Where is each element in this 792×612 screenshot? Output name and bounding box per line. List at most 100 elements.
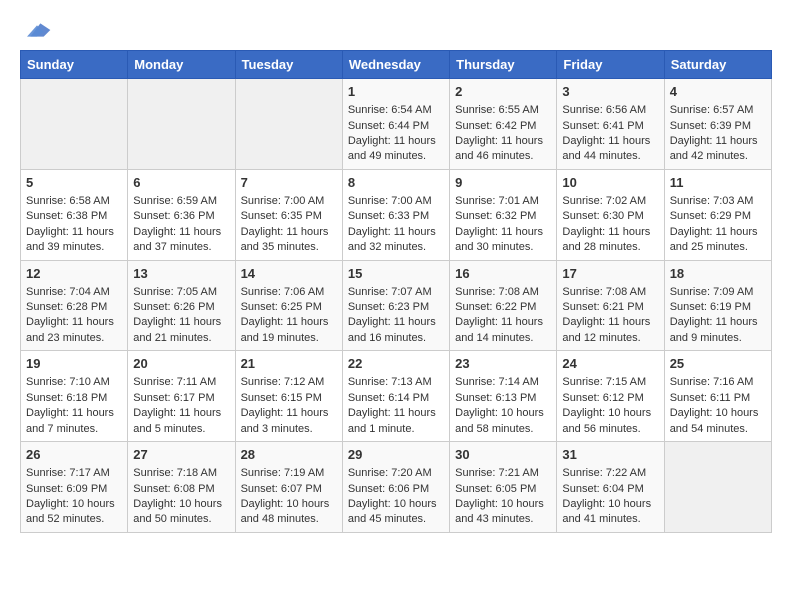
- sunset-text: Sunset: 6:39 PM: [670, 120, 751, 132]
- cell-content: 28Sunrise: 7:19 AMSunset: 6:07 PMDayligh…: [241, 446, 337, 528]
- sunrise-text: Sunrise: 7:13 AM: [348, 376, 432, 388]
- calendar-cell: 11Sunrise: 7:03 AMSunset: 6:29 PMDayligh…: [664, 169, 771, 260]
- daylight-text: Daylight: 10 hours and 54 minutes.: [670, 407, 759, 434]
- sunrise-text: Sunrise: 7:06 AM: [241, 286, 325, 298]
- calendar-cell: 12Sunrise: 7:04 AMSunset: 6:28 PMDayligh…: [21, 260, 128, 351]
- sunrise-text: Sunrise: 7:03 AM: [670, 195, 754, 207]
- day-number: 3: [562, 83, 658, 101]
- cell-content: 27Sunrise: 7:18 AMSunset: 6:08 PMDayligh…: [133, 446, 229, 528]
- day-number: 22: [348, 355, 444, 373]
- page-header: [20, 20, 772, 40]
- daylight-text: Daylight: 10 hours and 41 minutes.: [562, 498, 651, 525]
- sunrise-text: Sunrise: 7:08 AM: [562, 286, 646, 298]
- sunrise-text: Sunrise: 7:11 AM: [133, 376, 216, 388]
- cell-content: 21Sunrise: 7:12 AMSunset: 6:15 PMDayligh…: [241, 355, 337, 437]
- sunrise-text: Sunrise: 7:10 AM: [26, 376, 110, 388]
- cell-content: 18Sunrise: 7:09 AMSunset: 6:19 PMDayligh…: [670, 265, 766, 347]
- sunset-text: Sunset: 6:21 PM: [562, 301, 643, 313]
- sunset-text: Sunset: 6:15 PM: [241, 392, 322, 404]
- daylight-text: Daylight: 11 hours and 49 minutes.: [348, 135, 436, 162]
- day-number: 30: [455, 446, 551, 464]
- sunset-text: Sunset: 6:04 PM: [562, 483, 643, 495]
- daylight-text: Daylight: 10 hours and 45 minutes.: [348, 498, 437, 525]
- day-number: 24: [562, 355, 658, 373]
- daylight-text: Daylight: 11 hours and 44 minutes.: [562, 135, 650, 162]
- cell-content: 26Sunrise: 7:17 AMSunset: 6:09 PMDayligh…: [26, 446, 122, 528]
- day-number: 20: [133, 355, 229, 373]
- sunset-text: Sunset: 6:19 PM: [670, 301, 751, 313]
- sunrise-text: Sunrise: 6:56 AM: [562, 104, 646, 116]
- sunrise-text: Sunrise: 7:18 AM: [133, 467, 217, 479]
- sunrise-text: Sunrise: 7:20 AM: [348, 467, 432, 479]
- calendar-cell: 24Sunrise: 7:15 AMSunset: 6:12 PMDayligh…: [557, 351, 664, 442]
- cell-content: 16Sunrise: 7:08 AMSunset: 6:22 PMDayligh…: [455, 265, 551, 347]
- day-header: Friday: [557, 51, 664, 79]
- day-number: 29: [348, 446, 444, 464]
- day-number: 28: [241, 446, 337, 464]
- day-number: 25: [670, 355, 766, 373]
- sunrise-text: Sunrise: 7:17 AM: [26, 467, 110, 479]
- cell-content: 5Sunrise: 6:58 AMSunset: 6:38 PMDaylight…: [26, 174, 122, 256]
- day-header: Saturday: [664, 51, 771, 79]
- calendar-cell: 15Sunrise: 7:07 AMSunset: 6:23 PMDayligh…: [342, 260, 449, 351]
- daylight-text: Daylight: 11 hours and 16 minutes.: [348, 316, 436, 343]
- daylight-text: Daylight: 10 hours and 43 minutes.: [455, 498, 544, 525]
- calendar-cell: 23Sunrise: 7:14 AMSunset: 6:13 PMDayligh…: [450, 351, 557, 442]
- daylight-text: Daylight: 11 hours and 7 minutes.: [26, 407, 114, 434]
- sunrise-text: Sunrise: 7:12 AM: [241, 376, 325, 388]
- day-number: 7: [241, 174, 337, 192]
- sunset-text: Sunset: 6:41 PM: [562, 120, 643, 132]
- sunset-text: Sunset: 6:14 PM: [348, 392, 429, 404]
- calendar-cell: 3 Sunrise: 6:56 AM Sunset: 6:41 PM Daylight…: [557, 79, 664, 170]
- cell-content: 20Sunrise: 7:11 AMSunset: 6:17 PMDayligh…: [133, 355, 229, 437]
- sunrise-text: Sunrise: 7:01 AM: [455, 195, 539, 207]
- calendar-cell: 29Sunrise: 7:20 AMSunset: 6:06 PMDayligh…: [342, 442, 449, 533]
- day-number: 12: [26, 265, 122, 283]
- daylight-text: Daylight: 10 hours and 52 minutes.: [26, 498, 115, 525]
- daylight-text: Daylight: 11 hours and 30 minutes.: [455, 226, 543, 253]
- calendar-cell: 4Sunrise: 6:57 AMSunset: 6:39 PMDaylight…: [664, 79, 771, 170]
- daylight-text: Daylight: 10 hours and 56 minutes.: [562, 407, 651, 434]
- day-number: 18: [670, 265, 766, 283]
- daylight-text: Daylight: 11 hours and 32 minutes.: [348, 226, 436, 253]
- cell-content: 31Sunrise: 7:22 AMSunset: 6:04 PMDayligh…: [562, 446, 658, 528]
- sunset-text: Sunset: 6:38 PM: [26, 210, 107, 222]
- sunset-text: Sunset: 6:08 PM: [133, 483, 214, 495]
- calendar-cell: 1Sunrise: 6:54 AMSunset: 6:44 PMDaylight…: [342, 79, 449, 170]
- daylight-text: Daylight: 11 hours and 25 minutes.: [670, 226, 758, 253]
- cell-content: 23Sunrise: 7:14 AMSunset: 6:13 PMDayligh…: [455, 355, 551, 437]
- sunrise-text: Sunrise: 7:02 AM: [562, 195, 646, 207]
- sunset-text: Sunset: 6:25 PM: [241, 301, 322, 313]
- sunset-text: Sunset: 6:32 PM: [455, 210, 536, 222]
- sunset-text: Sunset: 6:26 PM: [133, 301, 214, 313]
- daylight-text: Daylight: 11 hours and 23 minutes.: [26, 316, 114, 343]
- daylight-text: Daylight: 11 hours and 5 minutes.: [133, 407, 221, 434]
- day-header: Sunday: [21, 51, 128, 79]
- sunset-text: Sunset: 6:30 PM: [562, 210, 643, 222]
- sunset-text: Sunset: 6:33 PM: [348, 210, 429, 222]
- calendar-cell: 21Sunrise: 7:12 AMSunset: 6:15 PMDayligh…: [235, 351, 342, 442]
- day-number: 9: [455, 174, 551, 192]
- day-number: 14: [241, 265, 337, 283]
- day-number: 23: [455, 355, 551, 373]
- cell-content: 2Sunrise: 6:55 AMSunset: 6:42 PMDaylight…: [455, 83, 551, 165]
- daylight-text: Daylight: 11 hours and 39 minutes.: [26, 226, 114, 253]
- day-header: Tuesday: [235, 51, 342, 79]
- sunset-text: Sunset: 6:42 PM: [455, 120, 536, 132]
- cell-content: 12Sunrise: 7:04 AMSunset: 6:28 PMDayligh…: [26, 265, 122, 347]
- calendar-cell: 5Sunrise: 6:58 AMSunset: 6:38 PMDaylight…: [21, 169, 128, 260]
- day-header: Thursday: [450, 51, 557, 79]
- sunset-text: Sunset: 6:44 PM: [348, 120, 429, 132]
- sunrise-text: Sunrise: 6:58 AM: [26, 195, 110, 207]
- daylight-text: Daylight: 11 hours and 28 minutes.: [562, 226, 650, 253]
- calendar-cell: 14Sunrise: 7:06 AMSunset: 6:25 PMDayligh…: [235, 260, 342, 351]
- sunrise-text: Sunrise: 7:00 AM: [241, 195, 325, 207]
- day-number: 21: [241, 355, 337, 373]
- day-number: 27: [133, 446, 229, 464]
- calendar-cell: 18Sunrise: 7:09 AMSunset: 6:19 PMDayligh…: [664, 260, 771, 351]
- calendar-cell: 6Sunrise: 6:59 AMSunset: 6:36 PMDaylight…: [128, 169, 235, 260]
- cell-content: 24Sunrise: 7:15 AMSunset: 6:12 PMDayligh…: [562, 355, 658, 437]
- cell-content: 29Sunrise: 7:20 AMSunset: 6:06 PMDayligh…: [348, 446, 444, 528]
- sunrise-text: Sunrise: 7:04 AM: [26, 286, 110, 298]
- sunrise-text: Sunrise: 7:07 AM: [348, 286, 432, 298]
